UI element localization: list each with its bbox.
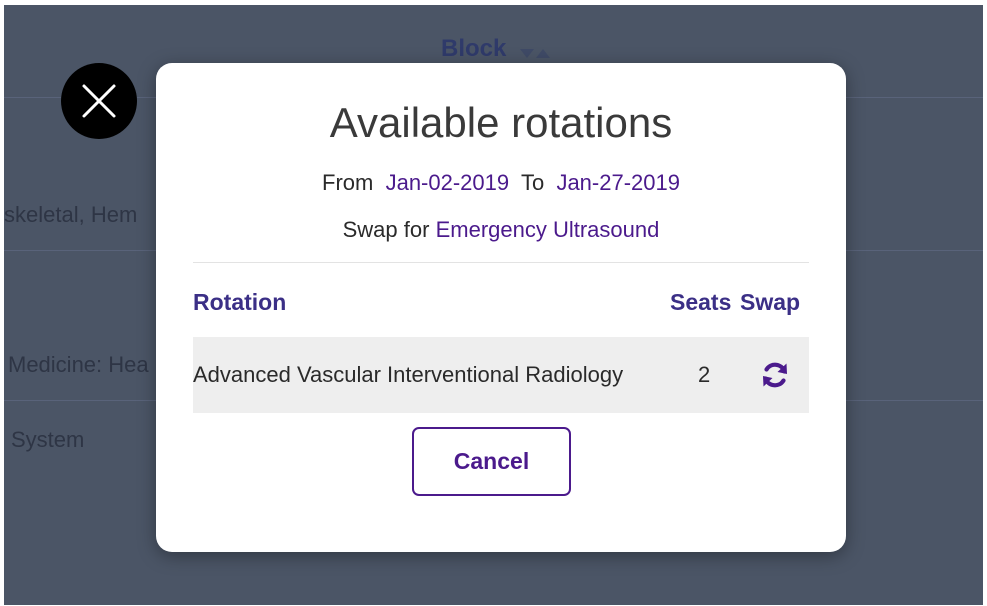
refresh-icon[interactable] [759,359,791,391]
rotation-name: Advanced Vascular Interventional Radiolo… [193,362,624,387]
background-row-text: Medicine: Hea [8,352,149,377]
block-column-header: Block [441,35,507,62]
swap-target: Emergency Ultrasound [435,217,660,242]
to-date: Jan-27-2019 [556,170,680,195]
swap-for-label: Swap for [342,217,430,242]
modal-title: Available rotations [329,99,673,146]
to-label: To [520,170,545,195]
rotation-column-header: Rotation [193,289,287,315]
seats-count: 2 [698,362,711,387]
modal-divider [193,262,809,263]
background-row-text: System [11,427,85,452]
cancel-button[interactable]: Cancel [412,427,571,496]
from-label: From [322,170,374,195]
sort-arrows-icon [520,45,550,63]
background-row-text: skeletal, Hem [4,202,138,227]
close-button[interactable] [61,63,137,139]
available-rotations-modal: Available rotations From Jan-02-2019 To … [156,63,846,552]
date-range: From Jan-02-2019 To Jan-27-2019 [156,170,846,196]
close-icon [82,84,116,118]
seats-column-header: Seats [670,289,732,315]
swap-for-line: Swap for Emergency Ultrasound [156,217,846,243]
from-date: Jan-02-2019 [385,170,510,195]
swap-column-header: Swap [740,289,801,315]
app-background: Block skeletal, Hem Medicine: Hea System… [4,5,983,605]
table-row: Advanced Vascular Interventional Radiolo… [193,337,809,413]
